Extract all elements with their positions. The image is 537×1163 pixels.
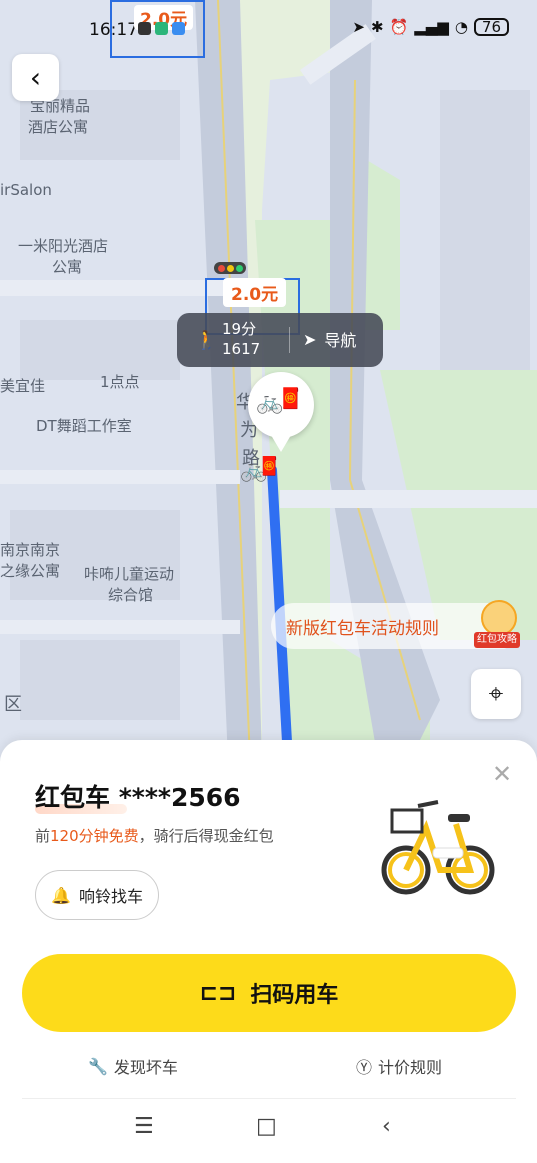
selected-bike-pin[interactable]: 🚲 🧧 bbox=[248, 372, 314, 438]
map-label-nanjing-apt: 之缘公寓 bbox=[0, 562, 61, 580]
scan-icon: ⊏⊐ bbox=[199, 980, 237, 1006]
menu-icon[interactable]: ☰ bbox=[134, 1114, 154, 1139]
back-button[interactable]: ‹ bbox=[12, 54, 59, 101]
yen-icon: Ⓨ bbox=[356, 1058, 373, 1077]
price-tag: 2.0元 bbox=[223, 278, 287, 307]
bike-subtitle: 前120分钟免费，骑行后得现金红包 bbox=[35, 825, 274, 846]
app-icon bbox=[138, 22, 151, 35]
map-label-salon: irSalon bbox=[0, 181, 52, 199]
report-label: 发现坏车 bbox=[113, 1058, 178, 1077]
bell-icon: 🔔 bbox=[51, 885, 71, 905]
chevron-left-icon: ‹ bbox=[29, 61, 42, 94]
map-label-kids-hall: 综合馆 bbox=[108, 586, 154, 604]
walk-nav-pill[interactable]: 🚶 19分 1617 ➤ 导航 bbox=[177, 313, 383, 367]
map-label-kids-sports: 咔咘儿童运动 bbox=[84, 565, 175, 583]
locate-button[interactable]: ⌖ bbox=[471, 669, 521, 719]
wifi-icon: ◔ bbox=[454, 18, 468, 36]
home-icon[interactable]: □ bbox=[256, 1114, 277, 1139]
sheet-divider bbox=[22, 1098, 516, 1099]
system-nav-bar: ☰ □ ‹ bbox=[0, 1110, 537, 1150]
promo-text: 新版红包车活动规则 bbox=[286, 619, 439, 639]
location-icon: ➤ bbox=[352, 18, 365, 36]
pricing-rules-link[interactable]: Ⓨ 计价规则 bbox=[356, 1054, 442, 1078]
navigate-label: 导航 bbox=[324, 331, 357, 350]
pin-tail bbox=[268, 430, 294, 452]
notification-icons bbox=[138, 22, 185, 35]
status-icons: ➤ ✱ ⏰ ▂▄▆ ◔ 76 bbox=[352, 18, 509, 36]
map-label-meiyijia: 美宜佳 bbox=[0, 377, 46, 395]
red-envelope-guide-button[interactable]: 红包攻略 bbox=[474, 600, 520, 652]
subtitle-highlight: 120分钟免费 bbox=[50, 827, 139, 845]
subtitle-pre: 前 bbox=[35, 827, 51, 845]
map-label-nanjing: 南京南京 bbox=[0, 541, 61, 559]
bike-image bbox=[381, 800, 495, 895]
notification-badge: 2.0元 bbox=[110, 0, 205, 58]
back-nav-icon[interactable]: ‹ bbox=[382, 1114, 391, 1139]
scan-to-ride-button[interactable]: ⊏⊐ 扫码用车 bbox=[22, 954, 516, 1032]
ring-bell-label: 响铃找车 bbox=[78, 887, 143, 906]
map-label-apartment: 酒店公寓 bbox=[28, 118, 89, 136]
promo-badge-label: 红包攻略 bbox=[474, 632, 520, 648]
signal-icon: ▂▄▆ bbox=[414, 18, 449, 36]
navigate-button[interactable]: ➤ 导航 bbox=[303, 327, 356, 351]
bike-title: 红包车 ****2566 bbox=[35, 783, 241, 812]
alarm-icon: ⏰ bbox=[389, 18, 409, 36]
walk-time: 19分 bbox=[222, 320, 257, 338]
red-envelope-icon: 🧧 bbox=[278, 386, 303, 410]
upload-icon bbox=[172, 22, 185, 35]
nav-divider bbox=[289, 327, 290, 353]
red-envelope-marker-icon: 🧧 bbox=[258, 456, 281, 477]
walk-distance: 1617 bbox=[222, 340, 261, 358]
navigate-arrow-icon: ➤ bbox=[303, 329, 317, 349]
walk-info: 19分 1617 bbox=[222, 319, 260, 359]
ring-bell-button[interactable]: 🔔 响铃找车 bbox=[35, 870, 159, 920]
walk-icon: 🚶 bbox=[195, 330, 218, 351]
bike-coin-icon bbox=[481, 600, 517, 636]
scan-label: 扫码用车 bbox=[250, 983, 339, 1008]
bluetooth-icon: ✱ bbox=[370, 18, 384, 36]
close-icon[interactable]: ✕ bbox=[492, 760, 512, 788]
report-broken-bike-link[interactable]: 🔧 发现坏车 bbox=[88, 1054, 178, 1078]
map-label-yimi: 一米阳光酒店 bbox=[18, 237, 109, 255]
wechat-icon bbox=[155, 22, 168, 35]
bike-info-sheet: ✕ 红包车 ****2566 前120分钟免费，骑行后得现金红包 🔔 响铃找车 … bbox=[0, 740, 537, 1163]
subtitle-post: ，骑行后得现金红包 bbox=[138, 827, 274, 845]
crosshair-icon: ⌖ bbox=[488, 678, 504, 709]
traffic-light-icon bbox=[214, 262, 246, 274]
map-label-dt-dance: DT舞蹈工作室 bbox=[36, 417, 132, 435]
map-label-1diandian: 1点点 bbox=[100, 373, 140, 391]
map-label-district: 区 bbox=[4, 694, 22, 715]
battery-icon: 76 bbox=[473, 18, 509, 36]
pricing-label: 计价规则 bbox=[378, 1058, 443, 1077]
wrench-icon: 🔧 bbox=[88, 1056, 108, 1076]
status-bar: 16:17 2.0元 ➤ ✱ ⏰ ▂▄▆ ◔ 76 bbox=[0, 0, 537, 60]
map-label-yimi-apt: 公寓 bbox=[52, 258, 83, 276]
